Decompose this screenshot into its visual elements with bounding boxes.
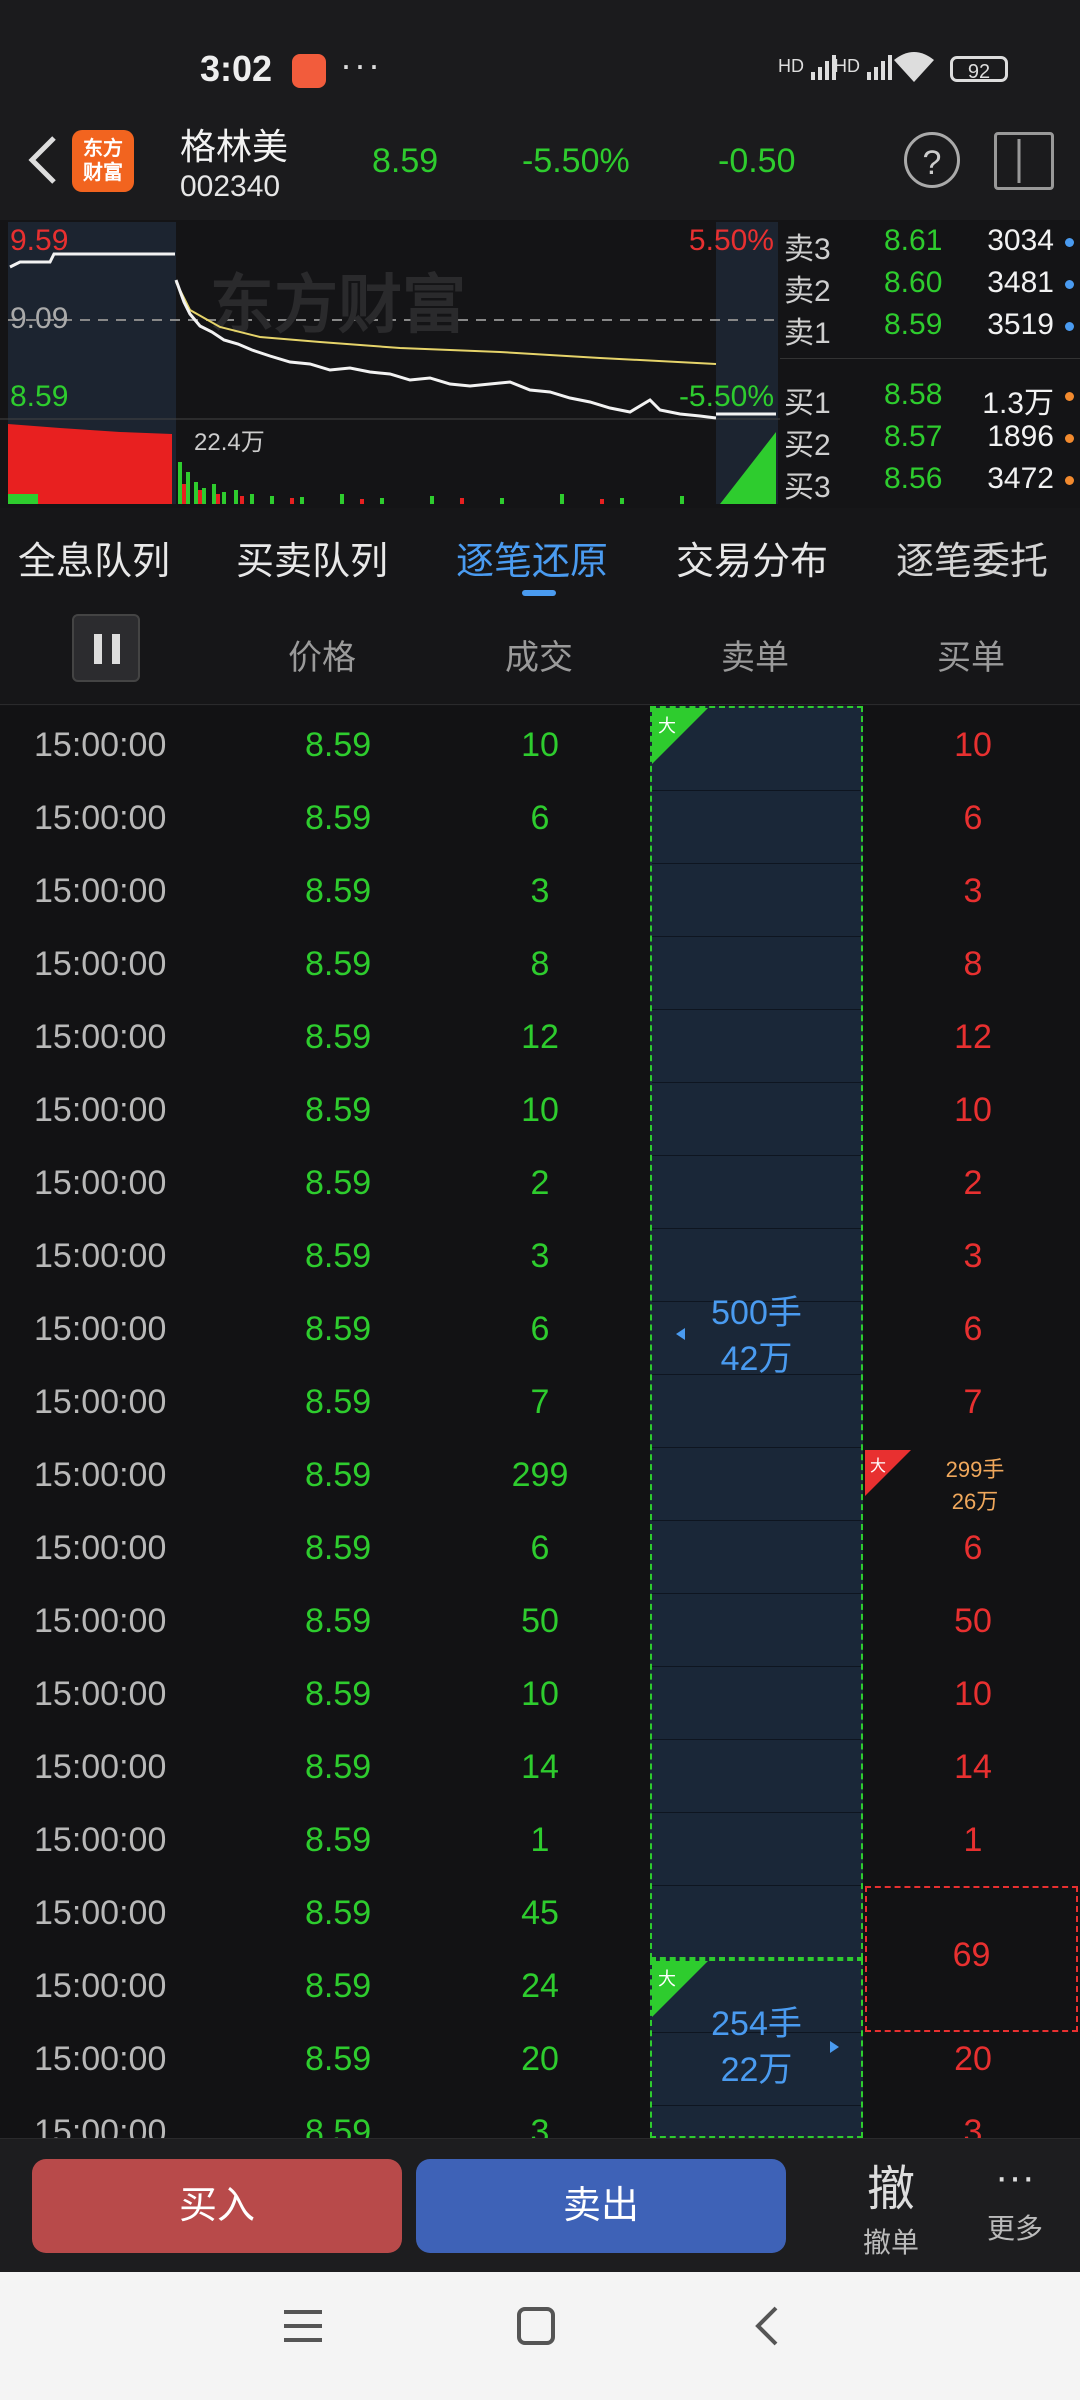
trade-row: 15:00:00 8.59 6 6 bbox=[34, 1310, 983, 1348]
trade-row: 15:00:00 8.59 6 6 bbox=[34, 1529, 983, 1567]
tab-full-queue[interactable]: 全息队列 bbox=[18, 530, 170, 585]
chart-mid-price: 9.09 bbox=[10, 302, 69, 335]
ask-row: 卖2 8.60 3481 bbox=[780, 266, 1080, 308]
trade-row: 15:00:00 8.59 20 20 bbox=[34, 2040, 992, 2078]
change-amount: -0.50 bbox=[718, 142, 796, 180]
col-buy: 买单 bbox=[937, 639, 1005, 677]
trade-row: 15:00:00 8.59 2 2 bbox=[34, 1164, 983, 1202]
tab-trade-distribution[interactable]: 交易分布 bbox=[676, 530, 828, 585]
app-logo: 东方 财富 bbox=[72, 130, 134, 192]
trade-row: 15:00:00 8.59 6 6 bbox=[34, 799, 983, 837]
trade-row: 15:00:00 8.59 14 14 bbox=[34, 1748, 992, 1786]
bid-row: 买1 8.58 1.3万 bbox=[780, 378, 1080, 420]
switch-layout-icon[interactable] bbox=[994, 132, 1054, 190]
tab-bid-ask-queue[interactable]: 买卖队列 bbox=[236, 530, 388, 585]
trade-row: 15:00:00 8.59 1 1 bbox=[34, 1821, 983, 1859]
cancel-icon: 撤 bbox=[866, 2163, 915, 2216]
nav-back-icon[interactable] bbox=[752, 2304, 782, 2353]
trade-list[interactable]: 大 500手 42万 大 254手 22万 大 299手 26万 69 15:00:0… bbox=[0, 706, 1080, 2138]
change-percent: -5.50% bbox=[522, 142, 630, 180]
chart-volume-label: 22.4万 bbox=[194, 429, 265, 456]
trade-row: 15:00:00 8.59 3 3 bbox=[34, 872, 983, 910]
trade-row: 15:00:00 8.59 45 bbox=[34, 1894, 559, 1932]
trade-row: 15:00:00 8.59 3 3 bbox=[34, 2113, 983, 2138]
wifi-icon bbox=[892, 50, 936, 89]
cancel-order-button[interactable]: 撤 撤单 bbox=[836, 2149, 946, 2261]
help-icon[interactable]: ? bbox=[904, 132, 960, 188]
col-volume: 成交 bbox=[505, 639, 573, 677]
battery-icon: 92 bbox=[950, 56, 1008, 83]
trade-row: 15:00:00 8.59 7 7 bbox=[34, 1383, 983, 1421]
status-time: 3:02 bbox=[200, 48, 273, 89]
stock-header: 东方 财富 格林美 002340 8.59 -5.50% -0.50 ? bbox=[0, 110, 1080, 220]
trade-row: 15:00:00 8.59 3 3 bbox=[34, 1237, 983, 1275]
notification-app-icon bbox=[292, 54, 326, 88]
hd-signal-icon: HD bbox=[778, 52, 839, 82]
bid-row: 买3 8.56 3472 bbox=[780, 462, 1080, 504]
ask-row: 卖1 8.59 3519 bbox=[780, 308, 1080, 350]
more-icon: ··· bbox=[995, 2155, 1035, 2199]
chart-low-pct: -5.50% bbox=[678, 380, 774, 413]
trade-row: 15:00:00 8.59 10 10 bbox=[34, 1091, 992, 1129]
hd-signal-icon-2: HD bbox=[834, 52, 895, 82]
bid-row: 买2 8.57 1896 bbox=[780, 420, 1080, 462]
tab-active-indicator bbox=[522, 590, 556, 596]
tab-bar: 全息队列 买卖队列 逐笔还原 交易分布 逐笔委托 bbox=[0, 508, 1080, 601]
chart-high-price: 9.59 bbox=[10, 224, 69, 257]
col-sell: 卖单 bbox=[721, 639, 789, 677]
home-icon[interactable] bbox=[516, 2306, 556, 2351]
trade-row: 15:00:00 8.59 10 10 bbox=[34, 1675, 992, 1713]
system-nav-bar bbox=[0, 2272, 1080, 2400]
chart-watermark: 东方财富 bbox=[210, 269, 466, 341]
menu-icon[interactable] bbox=[282, 2306, 324, 2351]
trade-row: 15:00:00 8.59 10 10 bbox=[34, 726, 992, 764]
current-price: 8.59 bbox=[372, 142, 439, 180]
column-header: 价格 成交 卖单 买单 bbox=[0, 600, 1080, 705]
chart-high-pct: 5.50% bbox=[688, 224, 774, 257]
tab-tick-restore[interactable]: 逐笔还原 bbox=[456, 530, 608, 585]
trade-row: 15:00:00 8.59 12 12 bbox=[34, 1018, 992, 1056]
back-icon[interactable] bbox=[22, 130, 62, 200]
pause-button[interactable] bbox=[72, 614, 140, 682]
col-price: 价格 bbox=[288, 639, 356, 677]
ask-row: 卖3 8.61 3034 bbox=[780, 224, 1080, 266]
buy-button[interactable]: 买入 bbox=[32, 2159, 402, 2253]
status-more-dots: ··· bbox=[340, 44, 382, 85]
stock-code: 002340 bbox=[180, 170, 281, 203]
sell-button[interactable]: 卖出 bbox=[416, 2159, 786, 2253]
trade-row: 15:00:00 8.59 8 8 bbox=[34, 945, 983, 983]
chart-low-price: 8.59 bbox=[10, 380, 69, 413]
trade-row: 15:00:00 8.59 299 bbox=[34, 1456, 569, 1494]
more-button[interactable]: ··· 更多 bbox=[960, 2149, 1070, 2247]
status-bar: 3:02 ··· HD HD 92 bbox=[0, 0, 1080, 110]
intraday-chart[interactable]: 东方财富 9.59 9.09 8.59 5.50% -5.50% 22.4万 bbox=[0, 222, 780, 508]
trade-row: 15:00:00 8.59 24 bbox=[34, 1967, 559, 2005]
order-book: 卖3 8.61 3034 卖2 8.60 3481 卖1 8.59 3519 买1 8.58 1… bbox=[780, 222, 1080, 508]
tab-tick-orders[interactable]: 逐笔委托 bbox=[896, 530, 1048, 585]
stock-name: 格林美 bbox=[180, 126, 289, 167]
trade-row: 15:00:00 8.59 50 50 bbox=[34, 1602, 992, 1640]
trade-action-bar: 买入 卖出 撤 撤单 ··· 更多 bbox=[0, 2138, 1080, 2273]
